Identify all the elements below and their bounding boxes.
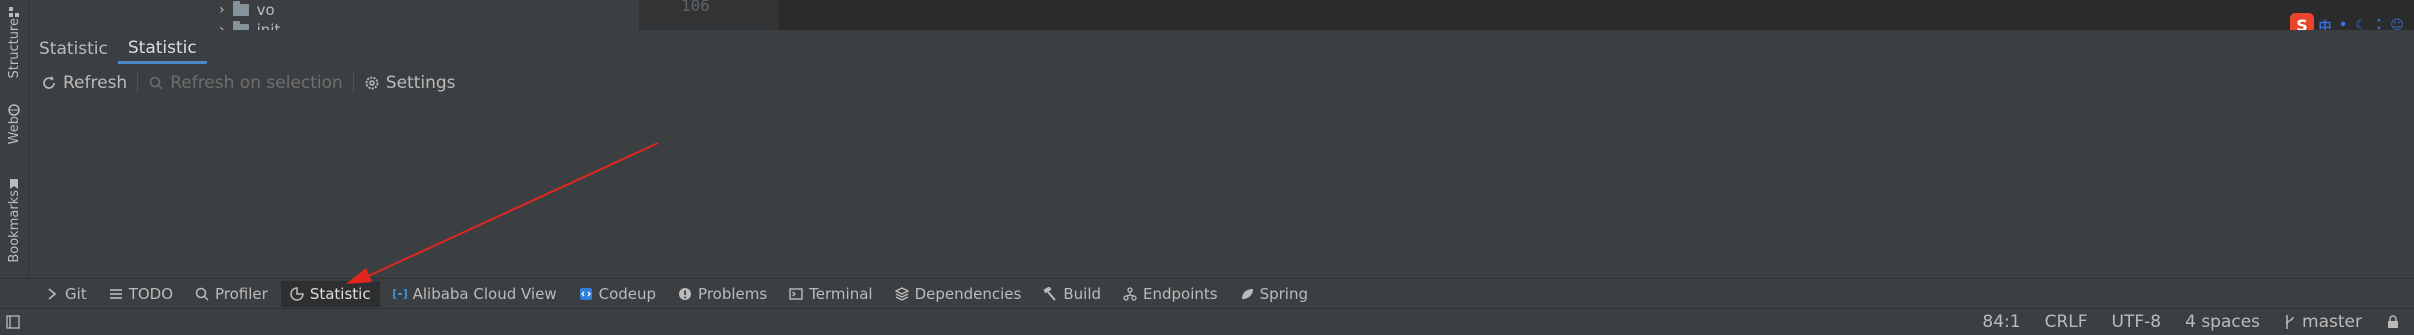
line-number: 106 (681, 0, 710, 15)
lock-icon (2388, 315, 2398, 328)
tab-statistic-2[interactable]: Statistic (117, 34, 207, 64)
bookmarks-tab[interactable]: Bookmarks (2, 174, 26, 263)
toolbar-separator (137, 73, 139, 93)
bookmarks-tab-label: Bookmarks (6, 190, 22, 263)
chevron-right-icon[interactable]: › (219, 2, 225, 18)
settings-label: Settings (385, 73, 456, 93)
bookmark-icon (10, 179, 18, 189)
branch-label: master (2302, 312, 2362, 332)
ime-punctuation-icon[interactable]: • (2336, 18, 2350, 31)
bottom-item-label: Alibaba Cloud View (412, 285, 557, 303)
editor-strip: › vo › init 106 S 中 • ☾ ⁚ ☺ (29, 0, 2414, 30)
left-tool-strip: Structure Web Bookmarks (0, 0, 29, 310)
bottom-item-profiler[interactable]: Profiler (186, 281, 277, 307)
status-bar: 84:1 CRLF UTF-8 4 spaces master (0, 308, 2414, 335)
structure-tab-label: Structure (6, 18, 22, 79)
terminal-icon (789, 288, 803, 300)
layout-icon (6, 315, 20, 329)
bottom-item-alibaba-cloud-view[interactable]: Alibaba Cloud View (384, 281, 566, 307)
bottom-item-build[interactable]: Build (1034, 281, 1110, 307)
bottom-item-label: Build (1063, 285, 1102, 303)
web-icon (8, 104, 20, 116)
spring-icon (1241, 289, 1253, 299)
tree-node-label: vo (256, 1, 275, 19)
refresh-on-selection-button[interactable]: Refresh on selection (144, 71, 347, 95)
tree-node-next[interactable]: › init (219, 20, 280, 30)
bottom-item-problems[interactable]: Problems (669, 281, 776, 307)
tree-node-label: init (256, 21, 281, 30)
bottom-item-spring[interactable]: Spring (1231, 281, 1317, 307)
refresh-icon (43, 76, 55, 89)
tab-statistic-1[interactable]: Statistic (29, 34, 118, 64)
line-separator[interactable]: CRLF (2045, 312, 2088, 332)
ime-toolbar[interactable]: S 中 • ☾ ⁚ ☺ (2290, 13, 2404, 30)
bottom-item-label: Endpoints (1143, 285, 1218, 303)
tool-window-header: Statistic Statistic (29, 30, 2414, 64)
ime-emoji-icon[interactable]: ☺ (2390, 18, 2404, 31)
web-tab-label: Web (6, 116, 22, 145)
lock-status[interactable] (2386, 315, 2400, 329)
bottom-item-git[interactable]: Git (36, 281, 96, 307)
toolbar-separator (352, 73, 354, 93)
endpoints-icon (1123, 287, 1137, 301)
tree-node-vo[interactable]: › vo (219, 0, 275, 20)
git-icon (48, 288, 57, 300)
bottom-item-label: Profiler (215, 285, 268, 303)
cursor-position[interactable]: 84:1 (1982, 312, 2020, 332)
ime-logo-icon[interactable]: S (2290, 13, 2314, 30)
tab-label: Statistic (127, 37, 197, 58)
settings-button[interactable]: Settings (360, 71, 460, 95)
toggle-tool-windows[interactable] (0, 315, 26, 329)
ime-dots-icon[interactable]: ⁚ (2372, 18, 2386, 31)
bottom-item-label: Git (65, 285, 87, 303)
git-branch[interactable]: master (2284, 312, 2362, 332)
bottom-item-label: Dependencies (914, 285, 1022, 303)
ime-chinese-mode[interactable]: 中 (2318, 18, 2332, 31)
profiler-icon (195, 287, 209, 301)
bottom-item-label: Problems (698, 285, 768, 303)
bottom-item-label: Codeup (598, 285, 657, 303)
codeup-icon (579, 288, 592, 300)
status-right-group: 84:1 CRLF UTF-8 4 spaces master (1982, 312, 2414, 332)
bottom-item-endpoints[interactable]: Endpoints (1114, 281, 1227, 307)
refresh-label: Refresh (63, 73, 128, 93)
editor-gutter: 106 (639, 0, 779, 30)
statistic-icon (290, 287, 304, 301)
refresh-button[interactable]: Refresh (37, 71, 131, 95)
gear-icon (365, 76, 379, 90)
statistic-content-area (29, 102, 2414, 278)
bottom-item-label: Spring (1259, 285, 1308, 303)
chevron-right-icon[interactable]: › (219, 22, 225, 30)
build-icon (1043, 287, 1057, 301)
file-encoding[interactable]: UTF-8 (2112, 312, 2162, 332)
tab-label: Statistic (39, 39, 108, 59)
code-editor[interactable] (809, 0, 2414, 30)
bottom-item-statistic[interactable]: Statistic (280, 281, 380, 307)
indent-setting[interactable]: 4 spaces (2185, 312, 2260, 332)
todo-icon (109, 289, 122, 299)
folder-icon (232, 1, 249, 16)
bottom-item-label: TODO (128, 285, 174, 303)
bottom-item-label: Statistic (309, 285, 371, 303)
bottom-item-dependencies[interactable]: Dependencies (886, 281, 1031, 307)
structure-icon (9, 7, 19, 17)
cloud-icon (392, 289, 407, 299)
statistic-toolbar: Refresh Refresh on selection Settings (29, 64, 2414, 102)
dependencies-icon (894, 287, 909, 301)
structure-tab[interactable]: Structure (2, 2, 26, 78)
bottom-item-terminal[interactable]: Terminal (780, 281, 881, 307)
problems-icon (679, 288, 692, 300)
bottom-item-label: Terminal (809, 285, 873, 303)
project-tree: › vo › init (29, 0, 639, 30)
ime-moon-icon[interactable]: ☾ (2354, 18, 2368, 31)
bottom-item-codeup[interactable]: Codeup (570, 281, 665, 307)
web-tab[interactable]: Web (2, 100, 26, 144)
search-icon (149, 76, 163, 90)
bottom-item-todo[interactable]: TODO (100, 281, 182, 307)
refresh-on-selection-label: Refresh on selection (170, 73, 343, 93)
branch-icon (2286, 315, 2294, 329)
bottom-tool-bar: Git TODO Profiler Statistic Alibaba Clou… (0, 278, 2414, 309)
